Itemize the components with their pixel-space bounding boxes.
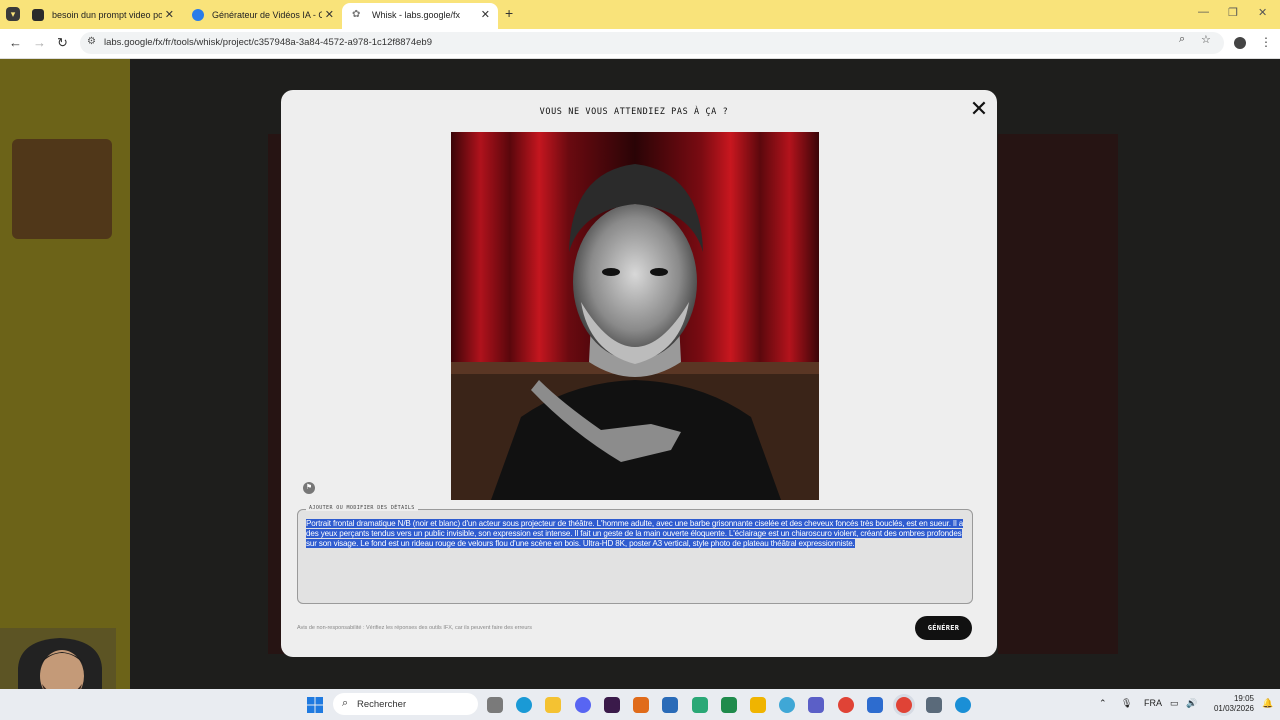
network-icon[interactable]: ▭ [1170,698,1179,709]
chrome-icon[interactable] [838,697,854,713]
image-edit-icon[interactable]: ⚑ [303,482,315,494]
favicon-icon [32,9,44,21]
edge-icon[interactable] [516,697,532,713]
fl-studio-icon[interactable] [633,697,649,713]
windows-taskbar: ⌕ Rechercher ⌃ 🎙 FRA ▭ 🔊 19:05 01/03/202… [0,689,1280,720]
clock[interactable]: 19:05 01/03/2026 [1202,694,1254,714]
tab-close-icon[interactable]: ✕ [165,3,174,27]
calculator-icon[interactable] [662,697,678,713]
volume-icon[interactable]: 🔊 [1186,698,1197,709]
generated-image[interactable] [451,132,819,500]
tab-search-chevron-icon[interactable]: ▾ [6,7,20,21]
search-icon: ⌕ [342,697,349,709]
teams-icon[interactable] [808,697,824,713]
restore-icon[interactable]: ❐ [1228,6,1238,19]
prompt-label: AJOUTER OU MODIFIER DES DÉTAILS [306,505,418,511]
omnibox[interactable]: ⚙ labs.google/fx/fr/tools/whisk/project/… [80,32,1224,54]
discord-icon[interactable] [575,697,591,713]
actor-portrait-image [451,132,819,500]
forward-arrow-icon[interactable]: → [33,35,46,50]
reload-icon[interactable]: ↻ [57,35,68,51]
app-icon[interactable] [867,697,883,713]
new-tab-button[interactable]: + [505,5,513,21]
task-view-icon[interactable] [487,697,503,713]
app-icon[interactable] [750,697,766,713]
tab-whisk[interactable]: ✿ Whisk - labs.google/fx ✕ [342,3,498,29]
premiere-icon[interactable] [604,697,620,713]
modal-title: VOUS NE VOUS ATTENDIEZ PAS À ÇA ? [539,107,729,117]
site-settings-icon[interactable]: ⚙ [87,36,96,47]
surprise-modal: VOUS NE VOUS ATTENDIEZ PAS À ÇA ? ✕ ⚑ AJ… [281,90,997,657]
file-explorer-icon[interactable] [545,697,561,713]
taskbar-search-box[interactable]: ⌕ Rechercher [333,693,478,715]
tab-close-icon[interactable]: ✕ [325,3,334,27]
close-window-icon[interactable]: ✕ [1258,6,1267,19]
app-icon[interactable] [955,697,971,713]
microphone-icon[interactable]: 🎙 [1121,698,1132,709]
url-text[interactable]: labs.google/fx/fr/tools/whisk/project/c3… [104,37,432,48]
generate-button[interactable]: GÉNÉRER [915,616,972,640]
language-indicator[interactable]: FRA [1144,698,1162,708]
disclaimer: Avis de non-responsabilité : Vérifiez le… [297,625,532,631]
app-icon[interactable] [926,697,942,713]
favicon-icon [192,9,204,21]
menu-kebab-icon[interactable]: ⋮ [1260,35,1272,49]
app-icon[interactable] [779,697,795,713]
page-sidebar [0,59,130,689]
notification-icon[interactable]: 🔔 [1262,698,1273,709]
back-arrow-icon[interactable]: ← [9,35,22,50]
chrome-active-icon[interactable] [896,697,912,713]
prompt-text[interactable]: Portrait frontal dramatique N/B (noir et… [306,519,966,549]
zoom-icon[interactable]: ⌕ [1179,33,1185,46]
browser-tab-bar: ▾ besoin dun prompt video pour ✕ Générat… [0,0,1280,29]
sidebar-thumbnail [12,139,112,239]
whisk-favicon-icon: ✿ [352,9,361,20]
close-icon[interactable]: ✕ [969,98,989,120]
app-icon[interactable] [692,697,708,713]
excel-icon[interactable] [721,697,737,713]
bookmark-star-icon[interactable]: ☆ [1201,33,1211,46]
tray-chevron-icon[interactable]: ⌃ [1099,698,1107,709]
prompt-textarea[interactable]: AJOUTER OU MODIFIER DES DÉTAILS Portrait… [297,505,973,604]
background-image-card [998,134,1118,654]
tab-chatgpt[interactable]: besoin dun prompt video pour ✕ [22,3,182,29]
windows-start-icon[interactable] [307,697,323,713]
profile-avatar[interactable] [1234,37,1246,49]
address-bar: ← → ↻ ⚙ labs.google/fx/fr/tools/whisk/pr… [0,29,1280,59]
tab-video-generator[interactable]: Générateur de Vidéos IA - Créé ✕ [182,3,342,29]
prompt-selected-text[interactable]: Portrait frontal dramatique N/B (noir et… [306,519,963,548]
tab-close-icon[interactable]: ✕ [481,3,490,27]
minimize-icon[interactable]: — [1198,6,1209,18]
